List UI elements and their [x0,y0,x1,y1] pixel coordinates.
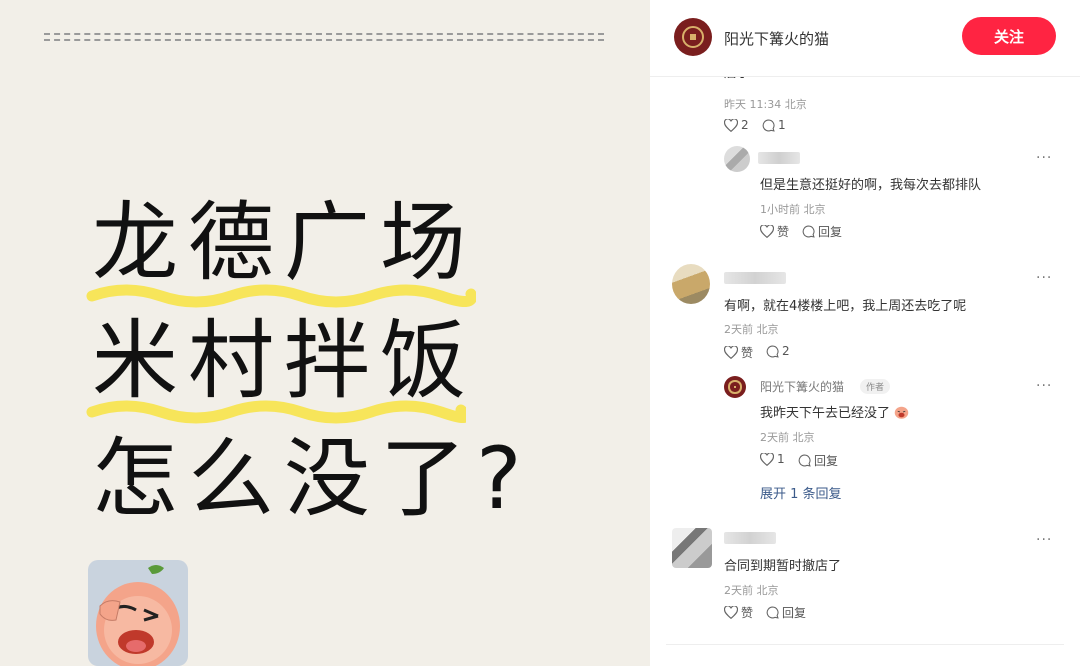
comment-bubble-icon [798,454,811,467]
reply-author-name[interactable]: 阳光下篝火的猫 [760,378,844,395]
user-avatar[interactable] [724,146,750,172]
like-label: 赞 [741,606,754,620]
crying-emoji-icon [894,406,909,419]
reply-button[interactable]: 2 [766,344,790,358]
user-name-redacted[interactable] [758,152,800,164]
reply-button[interactable]: 回复 [802,223,842,240]
comment-text: 合同到期暂时撤店了 [724,559,842,574]
user-name-redacted[interactable] [724,272,786,284]
reply-text-content: 我昨天下午去已经没了 [760,406,891,421]
heart-icon [760,452,774,466]
reply-count: 1 [778,118,786,132]
comment-bubble-icon [762,119,775,132]
expand-replies-link[interactable]: 展开 1 条回复 [760,483,842,502]
like-count: 2 [741,118,749,132]
user-avatar[interactable] [672,528,712,568]
comment-meta: 2天前 北京 [724,584,779,597]
comment-bubble-icon [766,345,779,358]
like-count: 1 [777,452,785,466]
reply-label: 回复 [818,225,843,239]
like-button[interactable]: 赞 [724,604,753,621]
like-button[interactable]: 1 [760,452,785,466]
more-options-button[interactable]: ··· [1036,378,1052,394]
reply-button[interactable]: 回复 [798,452,838,469]
user-avatar[interactable] [672,264,710,304]
reply-label: 回复 [814,454,839,468]
reply-count: 2 [782,344,790,358]
author-header: 阳光下篝火的猫 关注 [650,0,1080,77]
divider [666,644,1064,645]
reply-button[interactable]: 1 [762,118,786,132]
comment-panel: 阳光下篝火的猫 关注 店了 昨天 11:34 北京 2 1 ··· 但是生意还挺… [650,0,1080,666]
reply-label: 回复 [782,606,807,620]
title-line-2: 米村拌饭 [92,311,476,411]
dashed-divider [44,39,604,41]
user-name-redacted[interactable] [724,532,776,544]
author-badge: 作者 [860,379,891,394]
reply-meta: 2天前 北京 [760,431,815,444]
dashed-divider [44,33,604,35]
comment-bubble-icon [802,225,815,238]
crying-sticker-icon [88,560,188,666]
heart-icon [724,346,738,359]
title-line-3: 怎么没了? [92,429,532,529]
comment-bubble-icon [766,606,779,619]
follow-button[interactable]: 关注 [962,17,1056,55]
reply-text: 我昨天下午去已经没了 [760,402,909,421]
more-options-button[interactable]: ··· [1036,150,1052,166]
like-label: 赞 [777,225,790,239]
title-line-1: 龙德广场 [92,193,476,293]
reply-text: 但是生意还挺好的啊，我每次去都排队 [760,178,982,193]
comment-meta: 2天前 北京 [724,323,779,336]
reply-meta: 1小时前 北京 [760,203,826,216]
comment-text: 有啊，就在4楼楼上吧，我上周还去吃了呢 [724,299,967,314]
more-options-button[interactable]: ··· [1036,532,1052,548]
post-image: 龙德广场 米村拌饭 怎么没了? [0,0,650,666]
author-avatar[interactable] [674,18,712,56]
like-label: 赞 [741,346,754,360]
author-name[interactable]: 阳光下篝火的猫 [724,28,829,49]
like-button[interactable]: 赞 [760,223,789,240]
reply-button[interactable]: 回复 [766,604,806,621]
more-options-button[interactable]: ··· [1036,270,1052,286]
like-button[interactable]: 赞 [724,344,753,361]
heart-icon [724,118,738,132]
heart-icon [760,225,774,238]
heart-icon [724,606,738,619]
comment-meta: 昨天 11:34 北京 [724,98,807,111]
like-button[interactable]: 2 [724,118,749,132]
author-avatar[interactable] [724,376,746,398]
